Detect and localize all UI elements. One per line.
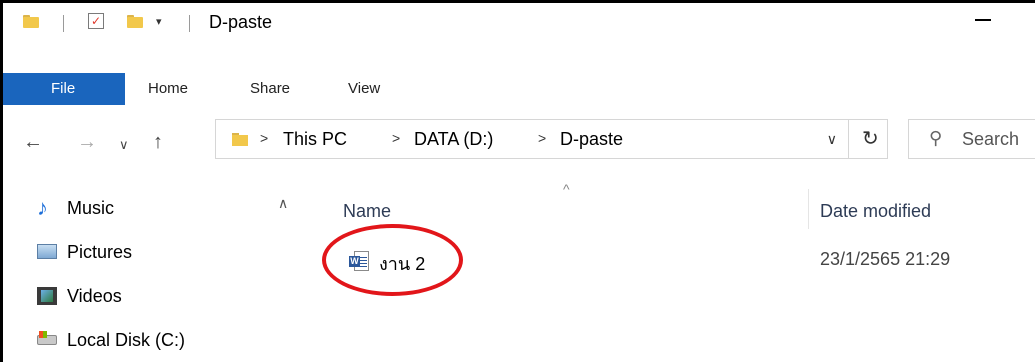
sidebar-item-label: Music [67, 197, 115, 218]
search-box[interactable]: ⚲ Search [908, 119, 1035, 159]
title-bar: ✓ ▾ D-paste [3, 3, 1035, 43]
up-arrow-icon[interactable]: ↑ [153, 131, 163, 154]
search-input[interactable]: Search [962, 129, 1019, 150]
pictures-icon [37, 243, 59, 261]
videos-icon [37, 287, 59, 305]
forward-arrow-icon[interactable]: → [77, 131, 97, 154]
title-separator [63, 15, 64, 32]
properties-check-icon[interactable]: ✓ [88, 13, 104, 29]
title-separator [189, 15, 190, 32]
sidebar-item-label: Pictures [67, 241, 133, 262]
breadcrumb-data-drive[interactable]: DATA (D:) [414, 129, 493, 150]
tab-share[interactable]: Share [250, 73, 290, 105]
local-disk-icon [37, 331, 59, 349]
sort-ascending-icon: ^ [563, 181, 570, 197]
sidebar-item-label: Videos [67, 285, 122, 306]
refresh-icon: ↻ [862, 128, 879, 150]
breadcrumb-separator: > [260, 130, 269, 146]
sidebar-item-music[interactable]: ♪ Music [37, 195, 114, 221]
new-folder-icon[interactable] [127, 15, 143, 28]
sidebar-item-videos[interactable]: Videos [37, 283, 122, 309]
file-date-modified: 23/1/2565 21:29 [820, 249, 951, 269]
minimize-button[interactable] [975, 19, 991, 21]
sidebar-scroll-up-icon[interactable]: ∧ [278, 195, 288, 212]
refresh-button[interactable]: ↻ [848, 119, 888, 159]
explorer-window: ✓ ▾ D-paste File Home Share View ← → ∨ ↑… [0, 0, 1035, 362]
breadcrumb-separator: > [392, 130, 401, 146]
column-header-name[interactable]: Name [343, 201, 391, 222]
sidebar-item-label: Local Disk (C:) [67, 329, 186, 350]
folder-icon [232, 133, 248, 146]
address-bar[interactable]: > This PC > DATA (D:) > D-paste ∨ [215, 119, 888, 159]
quick-access-dropdown-icon[interactable]: ▾ [156, 15, 162, 28]
tab-view[interactable]: View [348, 73, 380, 105]
sidebar-item-local-disk[interactable]: Local Disk (C:) [37, 327, 185, 353]
search-icon: ⚲ [929, 128, 943, 148]
tab-file[interactable]: File [3, 73, 125, 105]
column-divider[interactable] [808, 189, 809, 229]
folder-icon [23, 15, 39, 28]
window-title: D-paste [209, 12, 273, 32]
breadcrumb-this-pc[interactable]: This PC [283, 129, 347, 150]
tab-home[interactable]: Home [148, 73, 188, 105]
breadcrumb-d-paste[interactable]: D-paste [560, 129, 623, 150]
annotation-circle [322, 224, 463, 296]
breadcrumb-separator: > [538, 130, 547, 146]
address-dropdown-chevron-icon[interactable]: ∨ [827, 131, 837, 148]
back-arrow-icon[interactable]: ← [23, 131, 43, 154]
column-header-date-modified[interactable]: Date modified [820, 201, 931, 222]
sidebar-item-pictures[interactable]: Pictures [37, 239, 132, 265]
music-icon: ♪ [37, 195, 48, 220]
recent-locations-chevron-icon[interactable]: ∨ [119, 137, 129, 153]
